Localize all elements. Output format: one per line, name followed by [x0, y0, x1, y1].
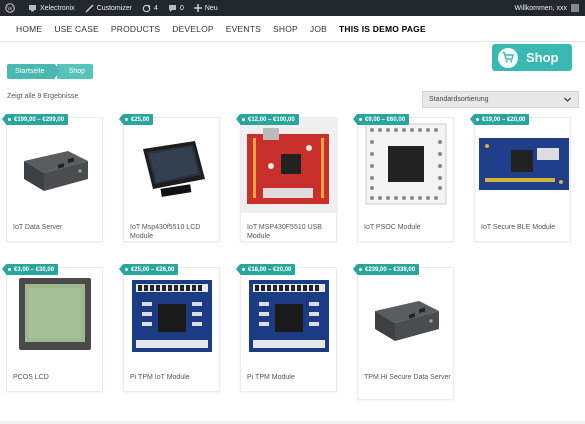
price-tag: €12,00 – €100,00	[236, 114, 299, 125]
breadcrumb-home[interactable]: Startseite	[7, 64, 60, 79]
result-count: Zeigt alle 9 Ergebnisse	[7, 93, 79, 100]
price-text: €199,00 – €299,00	[14, 116, 65, 123]
product-title[interactable]: TPM Hi Secure Data Server	[364, 373, 452, 382]
price-tag: €25,00 – €26,00	[118, 264, 179, 275]
price-text: €239,00 – €339,00	[365, 266, 416, 273]
price-tag: €3,00 – €30,00	[1, 264, 59, 275]
wordpress-logo-icon[interactable]: W	[0, 0, 23, 16]
product-title[interactable]: IoT Msp430f5510 LCD Module	[130, 223, 218, 241]
price-text: €25,00	[131, 116, 150, 123]
nav-shop[interactable]: SHOP	[273, 24, 298, 34]
price-text: €25,00 – €26,00	[131, 266, 175, 273]
product-title[interactable]: Pi TPM Module	[247, 373, 335, 382]
svg-text:W: W	[7, 6, 13, 12]
shop-badge-label: Shop	[526, 50, 559, 65]
price-tag: €239,00 – €339,00	[352, 264, 420, 275]
plus-icon	[193, 4, 202, 12]
product-image[interactable]	[475, 118, 572, 213]
admin-bar: W Xelectronix Customizer 4 0 Neu Willkom…	[0, 0, 585, 16]
product-card-7[interactable]: Pi TPM IoT Module	[123, 267, 220, 392]
site-name: Xelectronix	[40, 4, 75, 12]
sort-selected-value: Standardsortierung	[429, 96, 489, 103]
price-text: €3,00 – €30,00	[14, 266, 55, 273]
comments-link[interactable]: 0	[163, 0, 189, 16]
new-label: Neu	[204, 4, 218, 12]
site-name-link[interactable]: Xelectronix	[23, 0, 80, 16]
avatar	[571, 4, 579, 12]
nav-job[interactable]: JOB	[310, 24, 327, 34]
product-card-3[interactable]: IoT MSP430F5510 USB Module	[240, 117, 338, 242]
greeting: Willkommen, xxx	[514, 4, 567, 12]
main-navigation: HOME USE CASE PRODUCTS DEVELOP EVENTS SH…	[0, 16, 585, 42]
product-image[interactable]	[241, 268, 338, 363]
product-image[interactable]	[124, 268, 221, 363]
nav-products[interactable]: PRODUCTS	[111, 24, 160, 34]
product-card-9[interactable]: TPM Hi Secure Data Server	[357, 267, 454, 400]
price-tag: €9,00 – €60,00	[352, 114, 410, 125]
comment-icon	[168, 4, 176, 12]
price-tag: €18,00 – €20,00	[235, 264, 296, 275]
breadcrumb: Startseite Shop	[7, 64, 93, 79]
updates-count: 4	[154, 4, 158, 12]
cart-icon	[498, 47, 518, 68]
product-title[interactable]: IoT Data Server	[13, 223, 101, 232]
product-image[interactable]	[124, 118, 221, 213]
product-title[interactable]: IoT MSP430F5510 USB Module	[247, 223, 335, 241]
product-image[interactable]	[241, 118, 338, 213]
product-card-6[interactable]: PCOS LCD	[6, 267, 103, 392]
price-text: €19,00 – €20,00	[482, 116, 526, 123]
product-title[interactable]: IoT Secure BLE Module	[481, 223, 569, 232]
breadcrumb-current: Shop	[56, 64, 93, 79]
price-text: €12,00 – €100,00	[248, 116, 295, 123]
nav-events[interactable]: EVENTS	[226, 24, 261, 34]
nav-develop[interactable]: DEVELOP	[172, 24, 214, 34]
account-menu[interactable]: Willkommen, xxx	[509, 0, 585, 16]
price-text: €9,00 – €60,00	[365, 116, 406, 123]
comments-count: 0	[179, 4, 184, 12]
product-card-1[interactable]: IoT Data Server	[6, 117, 103, 242]
home-icon	[29, 5, 36, 12]
price-tag: €25,00	[118, 114, 154, 125]
chevron-down-icon	[564, 97, 571, 102]
nav-home[interactable]: HOME	[16, 24, 42, 34]
price-tag: €199,00 – €299,00	[1, 114, 69, 125]
shop-cart-button[interactable]: Shop	[492, 44, 572, 71]
product-card-8[interactable]: Pi TPM Module	[240, 267, 337, 392]
product-card-5[interactable]: IoT Secure BLE Module	[474, 117, 571, 242]
customize-link[interactable]: Customizer	[80, 0, 137, 16]
product-image[interactable]	[7, 118, 104, 213]
product-card-2[interactable]: IoT Msp430f5510 LCD Module	[123, 117, 220, 242]
new-content-link[interactable]: Neu	[189, 0, 223, 16]
price-tag: €19,00 – €20,00	[469, 114, 530, 125]
product-image[interactable]	[7, 268, 104, 363]
product-title[interactable]: IoT PSOC Module	[364, 223, 452, 232]
product-card-4[interactable]: IoT PSOC Module	[357, 117, 454, 242]
nav-use-case[interactable]: USE CASE	[54, 24, 99, 34]
updates-icon	[142, 4, 151, 12]
sort-select[interactable]: Standardsortierung	[422, 91, 579, 108]
nav-demo-page[interactable]: THIS IS DEMO PAGE	[339, 24, 426, 34]
brush-icon	[85, 3, 94, 13]
product-image[interactable]	[358, 118, 455, 213]
customize-label: Customizer	[96, 4, 133, 12]
product-title[interactable]: Pi TPM IoT Module	[130, 373, 218, 382]
price-text: €18,00 – €20,00	[248, 266, 292, 273]
product-image[interactable]	[358, 268, 455, 363]
product-title[interactable]: PCOS LCD	[13, 373, 101, 382]
updates-link[interactable]: 4	[137, 0, 163, 16]
